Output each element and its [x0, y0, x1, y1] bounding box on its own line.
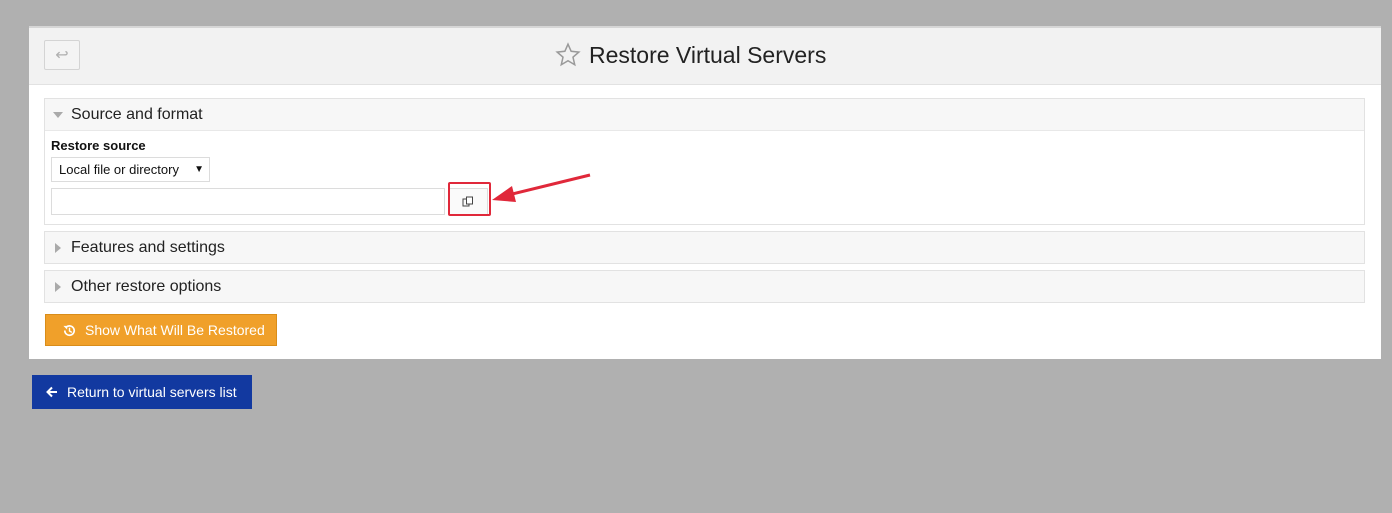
- page-title: Restore Virtual Servers: [589, 41, 827, 68]
- restore-path-input[interactable]: [51, 188, 445, 215]
- caret-down-icon: [45, 99, 71, 130]
- section-other-restore-options: Other restore options: [44, 270, 1365, 303]
- section-features-and-settings: Features and settings: [44, 231, 1365, 264]
- section-label: Source and format: [71, 105, 203, 123]
- restore-panel: ↩ Restore Virtual Servers Source and for…: [29, 26, 1381, 359]
- section-header-features[interactable]: Features and settings: [45, 232, 1364, 263]
- history-icon: [63, 324, 75, 336]
- section-header-other[interactable]: Other restore options: [45, 271, 1364, 302]
- arrow-left-icon: [46, 386, 57, 398]
- return-label: Return to virtual servers list: [67, 384, 237, 400]
- section-label: Features and settings: [71, 238, 225, 256]
- show-what-will-be-restored-button[interactable]: Show What Will Be Restored: [45, 314, 277, 346]
- annotation-arrow-icon: [492, 173, 591, 202]
- section-body-source: Restore source Local file or directory ▼: [45, 130, 1364, 224]
- select-arrow-icon: ▼: [194, 164, 204, 175]
- panel-header: ↩ Restore Virtual Servers: [29, 28, 1381, 85]
- caret-right-icon: [45, 232, 71, 263]
- restore-source-label: Restore source: [51, 138, 146, 153]
- section-label: Other restore options: [71, 277, 222, 295]
- restore-source-select[interactable]: Local file or directory ▼: [51, 157, 210, 182]
- title-wrap: Restore Virtual Servers: [555, 40, 826, 70]
- return-arrow-icon: ↩: [55, 47, 69, 64]
- caret-right-icon: [45, 271, 71, 302]
- return-to-virtual-servers-button[interactable]: Return to virtual servers list: [32, 375, 252, 409]
- restore-source-selected: Local file or directory: [59, 162, 179, 177]
- section-header-source[interactable]: Source and format: [45, 99, 1364, 130]
- back-button[interactable]: ↩: [44, 40, 80, 70]
- show-restore-label: Show What Will Be Restored: [85, 322, 265, 338]
- star-outline-icon[interactable]: [555, 42, 581, 68]
- section-source-and-format: Source and format Restore source Local f…: [44, 98, 1365, 225]
